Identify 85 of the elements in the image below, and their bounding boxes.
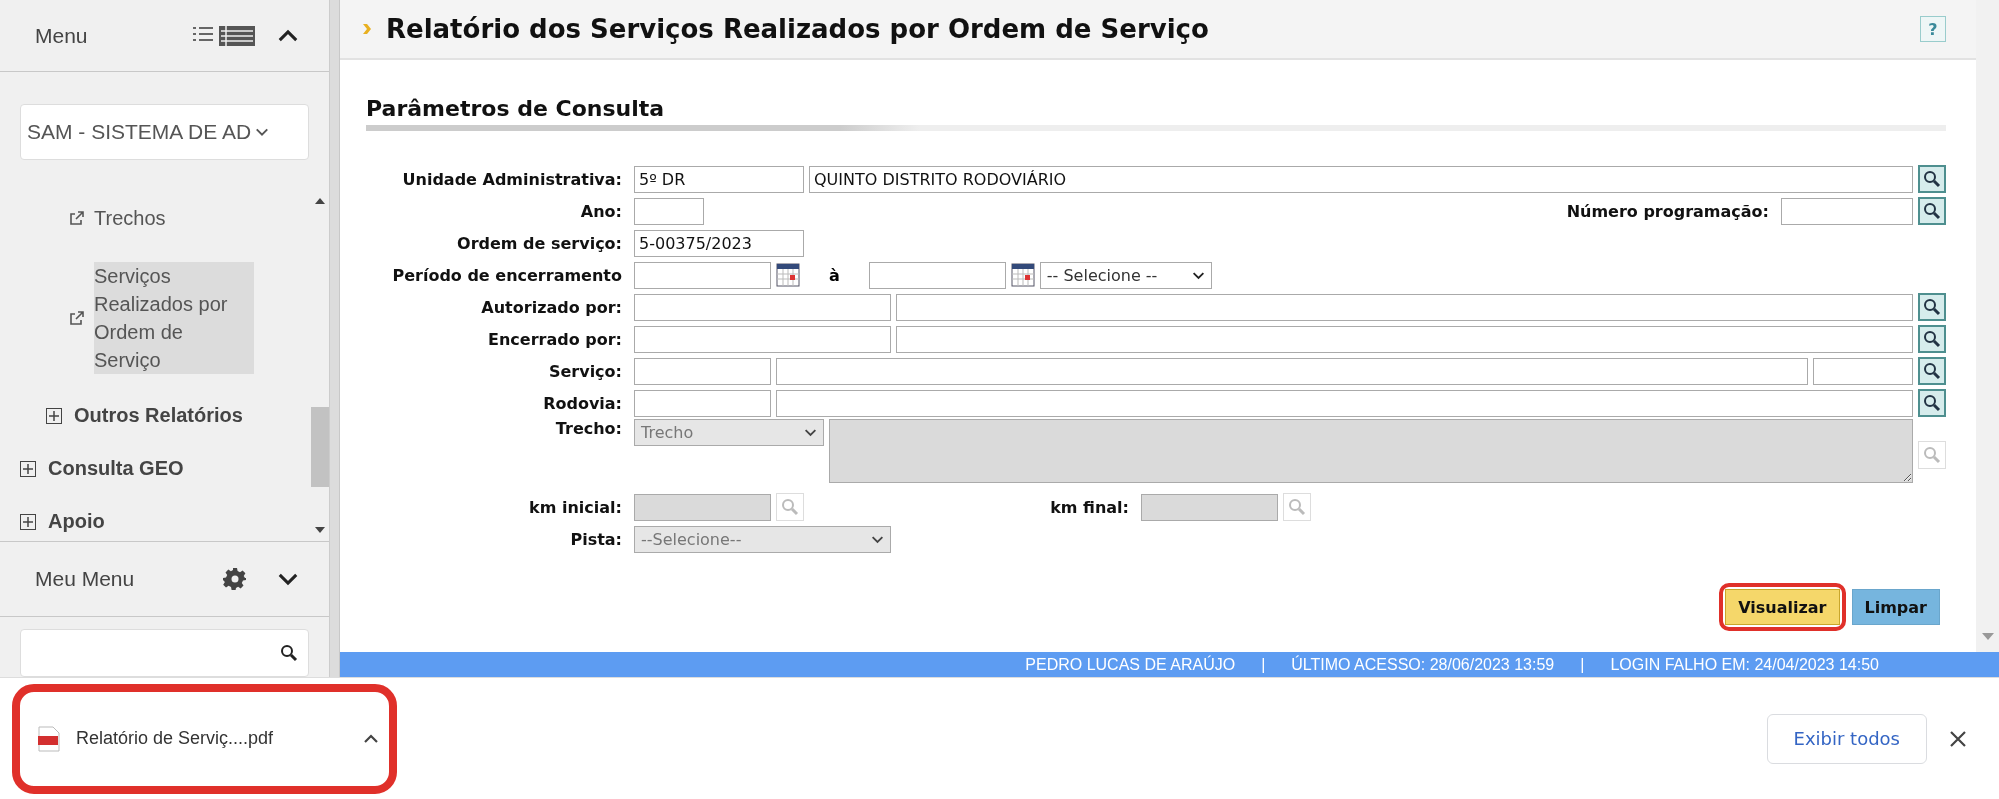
show-all-button[interactable]: Exibir todos — [1766, 713, 1927, 764]
field-label: Encerrado por: — [487, 329, 622, 349]
status-text: ÚLTIMO ACESSO: 28/06/2023 13:59 — [1291, 655, 1555, 674]
search-icon — [1923, 202, 1941, 220]
status-text: PEDRO LUCAS DE ARAÚJO — [1025, 655, 1236, 674]
end-date-input[interactable] — [868, 261, 1006, 289]
close-button[interactable] — [1949, 729, 1967, 748]
calendar-icon[interactable] — [1010, 263, 1035, 287]
plus-box-icon[interactable] — [20, 460, 36, 477]
status-text: LOGIN FALHO EM: 24/04/2023 14:50 — [1610, 655, 1879, 674]
field-label: Unidade Administrativa: — [401, 169, 622, 189]
highway-name-input[interactable] — [776, 389, 1913, 417]
pdf-file-icon — [38, 725, 60, 752]
search-icon — [781, 498, 799, 516]
status-text: | — [1261, 655, 1266, 674]
search-icon — [1923, 298, 1941, 316]
menu-group[interactable]: Apoio — [0, 510, 311, 533]
external-link-icon — [70, 311, 84, 325]
menu-group[interactable]: Outros Relatórios — [0, 404, 311, 427]
period-select[interactable]: -- Selecione -- — [1039, 261, 1212, 289]
lookup-button[interactable] — [1918, 197, 1946, 225]
field-label: km inicial: — [528, 497, 622, 517]
field-label: Pista: — [569, 529, 622, 549]
calendar-icon[interactable] — [776, 263, 800, 287]
status-text: | — [1580, 655, 1585, 674]
field-label: Ordem de serviço: — [456, 233, 622, 253]
authorized-by-name-input[interactable] — [896, 293, 1913, 321]
external-link-icon — [70, 211, 84, 225]
clear-button[interactable]: Limpar — [1851, 589, 1940, 625]
service-code-input[interactable] — [634, 357, 771, 385]
service-unit-input[interactable] — [1813, 357, 1913, 385]
field-label: km final: — [1049, 497, 1129, 517]
search-icon — [280, 644, 298, 662]
search-icon — [1923, 362, 1941, 380]
plus-box-icon[interactable] — [46, 407, 62, 424]
field-label: Período de encerramento — [391, 265, 622, 285]
field-label: Ano: — [579, 201, 622, 221]
schedule-number-input[interactable] — [1781, 197, 1913, 225]
authorized-by-code-input[interactable] — [634, 293, 891, 321]
search-icon — [1923, 170, 1941, 188]
year-input[interactable] — [634, 197, 704, 225]
download-item[interactable]: Relatório de Serviç....pdf — [12, 683, 397, 794]
closed-by-code-input[interactable] — [634, 325, 891, 353]
field-label: Autorizado por: — [480, 297, 622, 317]
menu-search-field[interactable] — [20, 629, 309, 677]
help-button[interactable]: ? — [1920, 16, 1946, 42]
lookup-button[interactable] — [1918, 389, 1946, 417]
plus-box-icon[interactable] — [20, 513, 36, 530]
closed-by-name-input[interactable] — [896, 325, 1913, 353]
scrollbar[interactable] — [1976, 0, 1999, 652]
name-input[interactable]: QUINTO DISTRITO RODOVIÁRIO — [809, 165, 1913, 193]
search-icon — [1923, 394, 1941, 412]
my-menu-title: Meu Menu — [35, 567, 136, 591]
system-select[interactable]: SAM - SISTEMA DE AD — [20, 104, 309, 160]
scroll-down-icon[interactable] — [315, 527, 325, 533]
splitter[interactable] — [330, 0, 340, 677]
field-label: Serviço: — [547, 361, 622, 381]
service-name-input[interactable] — [776, 357, 1808, 385]
menu-group[interactable]: Consulta GEO — [0, 457, 311, 480]
bullet-icon — [362, 23, 372, 35]
menu-link[interactable]: Trechos — [0, 204, 311, 232]
search-icon — [1923, 330, 1941, 348]
field-label: Trecho: — [554, 419, 622, 438]
scroll-thumb[interactable] — [311, 407, 329, 487]
list-view-button[interactable] — [191, 24, 257, 47]
lookup-button[interactable] — [1918, 165, 1946, 193]
menu-title: Menu — [35, 23, 89, 48]
highway-code-input[interactable] — [634, 389, 771, 417]
code-input[interactable]: 5º DR — [634, 165, 804, 193]
range-separator: à — [829, 265, 840, 285]
page-title: Relatório dos Serviços Realizados por Ordem de Serviço — [386, 14, 1210, 44]
start-date-input[interactable] — [634, 261, 771, 289]
section-title: Parâmetros de Consulta — [366, 96, 666, 121]
service-order-input[interactable]: 5-00375/2023 — [634, 229, 804, 257]
lookup-button[interactable] — [1918, 293, 1946, 321]
view-button[interactable]: Visualizar — [1725, 589, 1840, 625]
search-icon — [1288, 498, 1306, 516]
field-label: Número programação: — [1565, 201, 1769, 221]
search-icon — [1923, 446, 1941, 464]
lookup-button[interactable] — [1918, 357, 1946, 385]
file-name: Relatório de Serviç....pdf — [76, 728, 275, 749]
settings-button[interactable] — [223, 567, 247, 591]
scroll-up-icon[interactable] — [315, 198, 325, 204]
field-label: Rodovia: — [542, 393, 622, 413]
lookup-button[interactable] — [1918, 325, 1946, 353]
